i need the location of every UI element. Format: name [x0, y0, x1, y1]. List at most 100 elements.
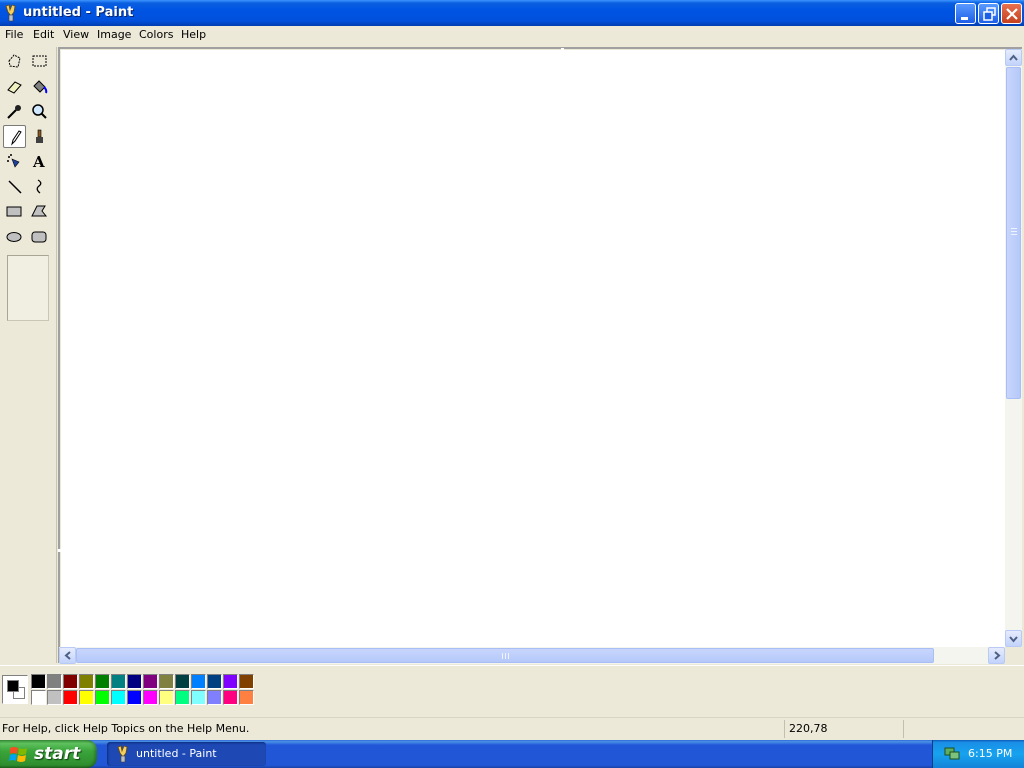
current-colors[interactable]	[2, 675, 28, 704]
color-box	[0, 665, 1024, 713]
palette-swatch[interactable]	[79, 674, 94, 689]
taskbar: start untitled - Paint 6:15 PM	[0, 740, 1024, 768]
palette-swatch[interactable]	[207, 690, 222, 705]
windows-flag-icon	[9, 747, 27, 762]
clock[interactable]: 6:15 PM	[968, 747, 1012, 760]
tool-magnifier[interactable]	[28, 100, 51, 123]
brush-icon	[36, 129, 43, 143]
palette-swatch[interactable]	[175, 674, 190, 689]
menu-view[interactable]: View	[63, 28, 89, 41]
palette-swatch[interactable]	[159, 674, 174, 689]
palette-swatch[interactable]	[127, 674, 142, 689]
palette-swatch[interactable]	[47, 690, 62, 705]
menu-file[interactable]: File	[5, 28, 23, 41]
tool-fill[interactable]	[28, 75, 51, 98]
paint-app-icon	[5, 4, 16, 22]
tool-polygon[interactable]	[28, 200, 51, 223]
tool-options-box[interactable]	[7, 255, 49, 321]
palette-swatch[interactable]	[111, 690, 126, 705]
taskbar-item-paint[interactable]: untitled - Paint	[107, 742, 266, 766]
tool-rectangle[interactable]	[3, 200, 26, 223]
line-icon	[8, 180, 22, 194]
tool-eraser[interactable]	[3, 75, 26, 98]
minimize-button[interactable]	[955, 3, 976, 24]
palette-swatch[interactable]	[143, 690, 158, 705]
polygon-icon	[31, 205, 48, 217]
title-bar[interactable]: untitled - Paint	[0, 0, 1024, 26]
palette-swatch[interactable]	[79, 690, 94, 705]
palette-swatch[interactable]	[159, 690, 174, 705]
palette-swatch[interactable]	[95, 690, 110, 705]
close-button[interactable]	[1001, 3, 1022, 24]
start-label: start	[34, 744, 81, 764]
palette-swatch[interactable]	[191, 674, 206, 689]
tool-brush[interactable]	[28, 125, 51, 148]
text-icon: A	[32, 153, 45, 170]
palette-swatch[interactable]	[223, 690, 238, 705]
resize-handle-left[interactable]	[58, 549, 61, 552]
network-icon[interactable]	[943, 745, 961, 761]
pencil-icon	[11, 130, 22, 146]
toolbox: A	[0, 47, 57, 663]
scroll-left-button[interactable]	[59, 647, 76, 664]
tool-airbrush[interactable]	[3, 150, 26, 173]
menu-help[interactable]: Help	[181, 28, 206, 41]
palette-swatch[interactable]	[63, 690, 78, 705]
palette-swatch[interactable]	[143, 674, 158, 689]
close-icon	[1006, 8, 1018, 20]
palette-swatch[interactable]	[95, 674, 110, 689]
scroll-up-button[interactable]	[1005, 49, 1022, 66]
palette-swatch[interactable]	[47, 674, 62, 689]
tool-curve[interactable]	[28, 175, 51, 198]
tool-rounded-rectangle[interactable]	[28, 225, 51, 248]
tool-text[interactable]: A	[28, 150, 51, 173]
tool-ellipse[interactable]	[3, 225, 26, 248]
palette-swatch[interactable]	[239, 674, 254, 689]
restore-icon	[983, 7, 996, 21]
palette-swatch[interactable]	[239, 690, 254, 705]
curve-icon	[36, 179, 42, 194]
menu-colors[interactable]: Colors	[139, 28, 173, 41]
eraser-icon	[7, 81, 22, 94]
paint-app-icon	[117, 745, 128, 763]
palette-swatch[interactable]	[63, 674, 78, 689]
scroll-down-button[interactable]	[1005, 630, 1022, 647]
rounded-rectangle-icon	[31, 231, 47, 243]
menu-bar: File Edit View Image Colors Help	[0, 26, 1024, 45]
palette-swatch[interactable]	[31, 690, 46, 705]
chevron-right-icon	[994, 651, 1001, 660]
tool-pencil[interactable]	[3, 125, 26, 148]
tool-select[interactable]	[28, 50, 51, 73]
palette-swatch[interactable]	[223, 674, 238, 689]
resize-handle-top[interactable]	[561, 48, 564, 51]
palette-swatch[interactable]	[175, 690, 190, 705]
tool-pick-color[interactable]	[3, 100, 26, 123]
palette-swatch[interactable]	[191, 690, 206, 705]
system-tray: 6:15 PM	[932, 740, 1024, 768]
taskbar-item-label: untitled - Paint	[136, 747, 217, 760]
vertical-scroll-thumb[interactable]	[1006, 67, 1021, 399]
menu-image[interactable]: Image	[97, 28, 131, 41]
start-button[interactable]: start	[0, 740, 97, 768]
free-form-select-icon	[8, 54, 21, 68]
restore-button[interactable]	[978, 3, 999, 24]
scroll-right-button[interactable]	[988, 647, 1005, 664]
menu-edit[interactable]: Edit	[33, 28, 54, 41]
horizontal-scrollbar[interactable]	[59, 647, 1005, 664]
status-separator	[903, 720, 904, 738]
tool-free-form-select[interactable]	[3, 50, 26, 73]
palette-swatch[interactable]	[111, 674, 126, 689]
palette-swatch[interactable]	[31, 674, 46, 689]
palette-swatch[interactable]	[207, 674, 222, 689]
tool-line[interactable]	[3, 175, 26, 198]
ellipse-icon	[6, 232, 22, 242]
vertical-scrollbar[interactable]	[1005, 49, 1022, 647]
rectangle-icon	[6, 206, 22, 217]
foreground-color-swatch[interactable]	[7, 680, 19, 692]
minimize-icon	[961, 17, 968, 20]
horizontal-scroll-thumb[interactable]	[76, 648, 934, 663]
palette-swatch[interactable]	[127, 690, 142, 705]
chevron-left-icon	[64, 651, 71, 660]
status-bar: For Help, click Help Topics on the Help …	[0, 717, 1024, 739]
drawing-canvas[interactable]	[61, 50, 1005, 647]
